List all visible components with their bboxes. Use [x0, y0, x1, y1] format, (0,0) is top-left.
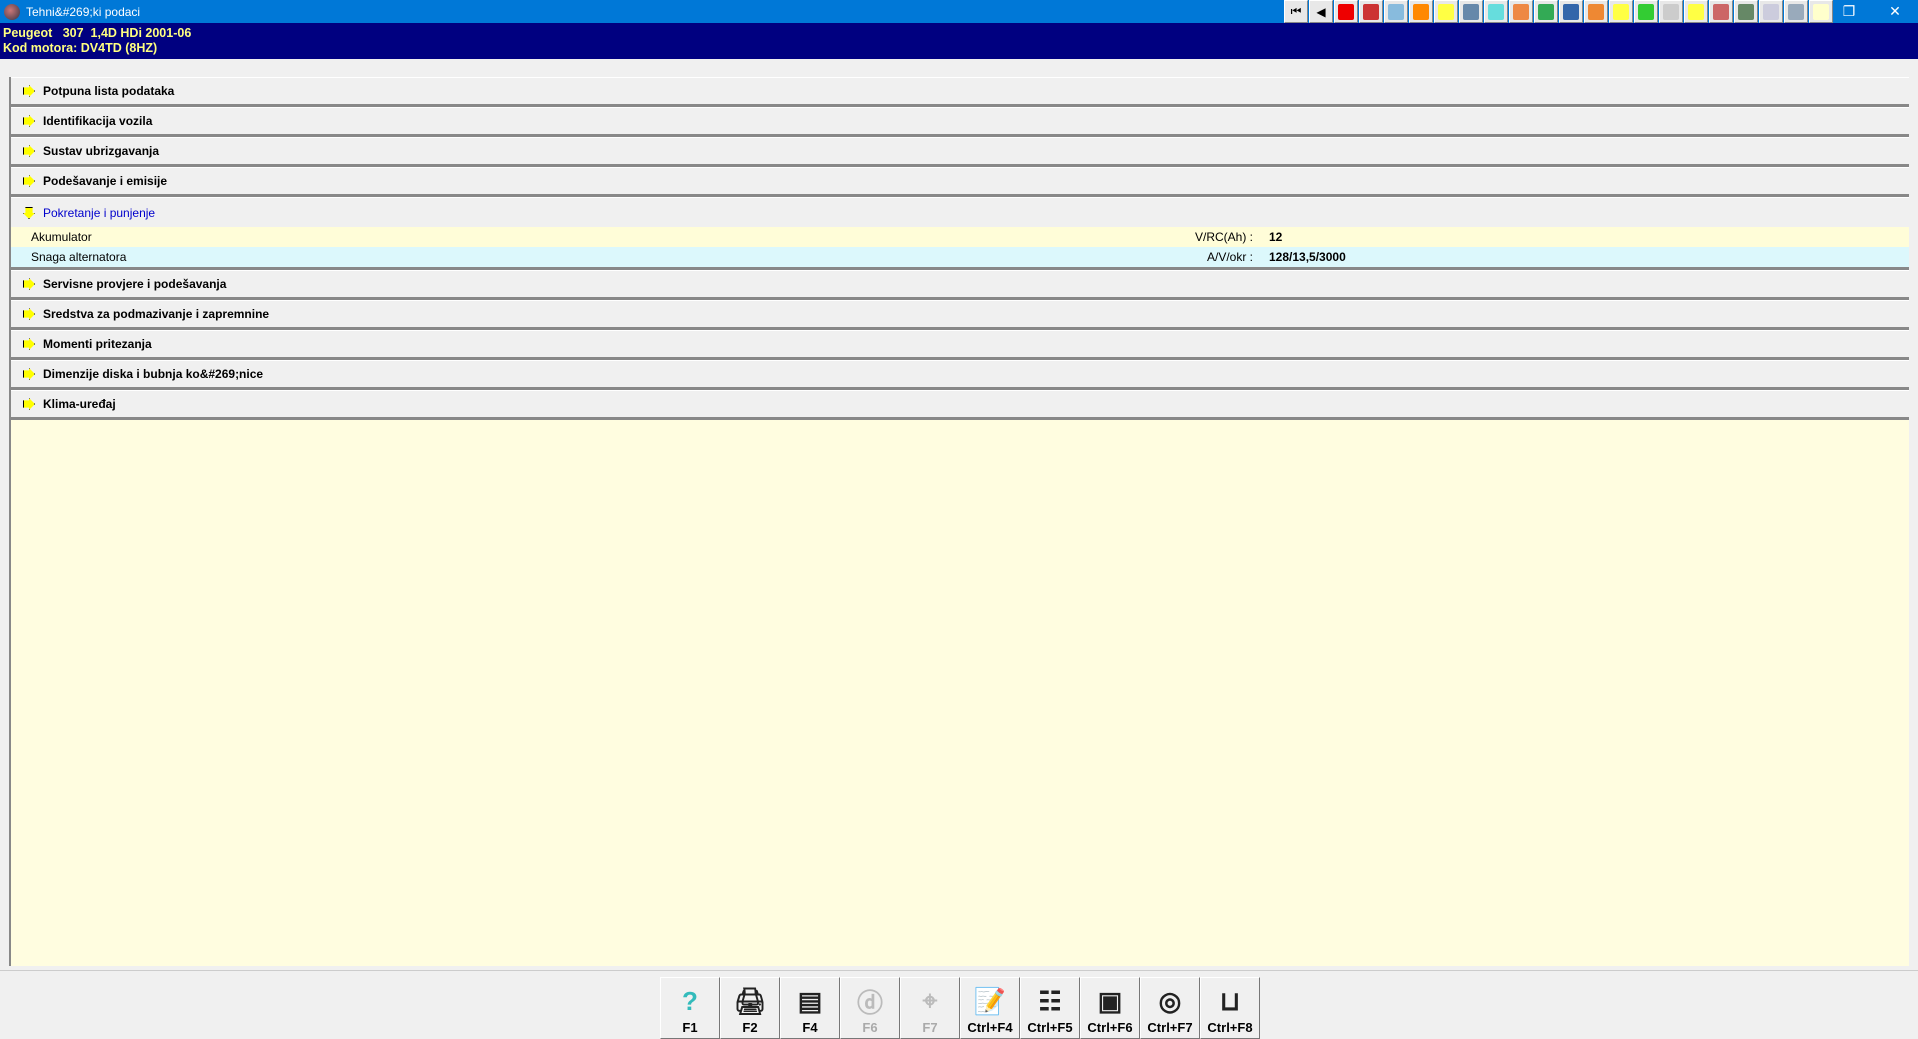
toolbar-tool-17-icon[interactable] [1734, 0, 1758, 23]
fkey-f6-button[interactable]: ⓓ F6 [840, 977, 900, 1039]
fkey-icon: ? [682, 985, 698, 1016]
app-icon [4, 3, 20, 20]
row-unit: A/V/okr : [1206, 250, 1253, 264]
fkey-label: F4 [802, 1020, 818, 1035]
section-header[interactable]: Sustav ubrizgavanja [11, 137, 1909, 167]
toolbar-tool-12-icon[interactable] [1609, 0, 1633, 23]
section-header[interactable]: Podešavanje i emisije [11, 167, 1909, 197]
fkey-icon: ⌖ [922, 985, 938, 1015]
section-label: Dimenzije diska i bubnja ko&#269;nice [43, 367, 264, 381]
fkey-icon: ◎ [1158, 985, 1182, 1016]
toolbar-tool-5-icon[interactable] [1434, 0, 1458, 23]
section-label: Klima-uređaj [43, 397, 116, 411]
fkey-ctrl-f6-button[interactable]: ▣ Ctrl+F6 [1080, 977, 1140, 1039]
section-header[interactable]: Potpuna lista podataka [11, 77, 1909, 107]
section-label: Sredstva za podmazivanje i zapremnine [43, 307, 270, 321]
fkey-label: Ctrl+F6 [1087, 1020, 1133, 1035]
arrow-icon [23, 115, 35, 127]
vehicle-header: Peugeot 307 1,4D HDi 2001-06 Kod motora:… [0, 23, 1918, 59]
toolbar-tool-16-icon[interactable] [1709, 0, 1733, 23]
fkey-label: Ctrl+F5 [1027, 1020, 1073, 1035]
fkey-ctrl-f7-button[interactable]: ◎ Ctrl+F7 [1140, 977, 1200, 1039]
toolbar-tool-6-icon[interactable] [1459, 0, 1483, 23]
section-header[interactable]: Sredstva za podmazivanje i zapremnine [11, 300, 1909, 330]
data-row: Snaga alternatora A/V/okr : 128/13,5/3000 [11, 247, 1909, 267]
fkey-f4-button[interactable]: ▤ F4 [780, 977, 840, 1039]
section-header[interactable]: Servisne provjere i podešavanja [11, 270, 1909, 300]
arrow-icon [23, 175, 35, 187]
toolbar-tool-4-icon[interactable] [1409, 0, 1433, 23]
section-label: Identifikacija vozila [43, 114, 153, 128]
back-button[interactable]: ◀ [1309, 0, 1333, 23]
fkey-label: F1 [682, 1020, 698, 1035]
fkey-icon: ⊔ [1219, 985, 1241, 1016]
section-label: Servisne provjere i podešavanja [43, 277, 227, 291]
data-row: Akumulator V/RC(Ah) : 12 [11, 227, 1909, 247]
row-name: Snaga alternatora [31, 250, 127, 264]
row-value: 128/13,5/3000 [1269, 250, 1346, 264]
window-title: Tehni&#269;ki podaci [26, 4, 141, 19]
section-header[interactable]: Momenti pritezanja [11, 330, 1909, 360]
fkey-icon: ☷ [1038, 985, 1062, 1016]
fkey-f2-button[interactable]: 🖨 F2 [720, 977, 780, 1039]
toolbar-tool-13-icon[interactable] [1634, 0, 1658, 23]
arrow-icon [23, 207, 35, 219]
toolbar-tool-11-icon[interactable] [1584, 0, 1608, 23]
arrow-icon [23, 398, 35, 410]
restore-button[interactable]: ❐ [1826, 0, 1872, 23]
section-label: Sustav ubrizgavanja [43, 144, 160, 158]
fkey-label: F2 [742, 1020, 758, 1035]
section-label: Pokretanje i punjenje [43, 205, 156, 220]
first-page-button[interactable]: ⏮ [1284, 0, 1308, 23]
toolbar-tool-9-icon[interactable] [1534, 0, 1558, 23]
row-name: Akumulator [31, 230, 92, 244]
close-button[interactable]: ✕ [1872, 0, 1918, 23]
toolbar-tool-3-icon[interactable] [1384, 0, 1408, 23]
section-label: Potpuna lista podataka [43, 84, 175, 98]
section-header[interactable]: Pokretanje i punjenje [11, 197, 1909, 227]
fkey-label: Ctrl+F4 [967, 1020, 1013, 1035]
top-toolbar: ⏮ ◀ [1284, 0, 1833, 23]
fkey-icon: 🖨 [733, 985, 767, 1016]
fkey-icon: 📝 [973, 985, 1007, 1016]
toolbar-tool-14-icon[interactable] [1659, 0, 1683, 23]
fkey-ctrl-f5-button[interactable]: ☷ Ctrl+F5 [1020, 977, 1080, 1039]
toolbar-tool-2-icon[interactable] [1359, 0, 1383, 23]
fkey-icon: ▣ [1097, 985, 1123, 1016]
arrow-icon [23, 145, 35, 157]
fkey-ctrl-f8-button[interactable]: ⊔ Ctrl+F8 [1200, 977, 1260, 1039]
arrow-icon [23, 308, 35, 320]
section-label: Momenti pritezanja [43, 337, 152, 351]
row-unit: V/RC(Ah) : [1194, 230, 1253, 244]
section-header[interactable]: Dimenzije diska i bubnja ko&#269;nice [11, 360, 1909, 390]
toolbar-tool-1-icon[interactable] [1334, 0, 1358, 23]
fkey-label: Ctrl+F8 [1207, 1020, 1253, 1035]
fkey-f1-button[interactable]: ? F1 [660, 977, 720, 1039]
section-header[interactable]: Identifikacija vozila [11, 107, 1909, 137]
arrow-icon [23, 338, 35, 350]
arrow-icon [23, 278, 35, 290]
arrow-icon [23, 368, 35, 380]
engine-code: Kod motora: DV4TD (8HZ) [3, 41, 158, 55]
sections-panel: Potpuna lista podataka Identifikacija voz… [9, 77, 1909, 966]
fkey-ctrl-f4-button[interactable]: 📝 Ctrl+F4 [960, 977, 1020, 1039]
fkey-icon: ⓓ [856, 987, 883, 1018]
fkey-label: Ctrl+F7 [1147, 1020, 1193, 1035]
row-value: 12 [1269, 230, 1283, 244]
section-label: Podešavanje i emisije [43, 174, 168, 188]
toolbar-tool-15-icon[interactable] [1684, 0, 1708, 23]
section-header[interactable]: Klima-uređaj [11, 390, 1909, 420]
fkey-icon: ▤ [797, 985, 823, 1016]
toolbar-tool-7-icon[interactable] [1484, 0, 1508, 23]
toolbar-tool-18-icon[interactable] [1759, 0, 1783, 23]
function-key-bar: ? F1 🖨 F2 ▤ F4 ⓓ F6 ⌖ F7 📝 Ctrl+F4 ☷ Ctrl+F5 ▣ Ctrl+F6 ◎… [0, 970, 1918, 1039]
vehicle-name: Peugeot 307 1,4D HDi 2001-06 [3, 26, 192, 40]
toolbar-tool-19-icon[interactable] [1784, 0, 1808, 23]
toolbar-tool-10-icon[interactable] [1559, 0, 1583, 23]
arrow-icon [23, 85, 35, 97]
fkey-label: F6 [862, 1020, 878, 1035]
fkey-label: F7 [922, 1020, 938, 1035]
fkey-f7-button[interactable]: ⌖ F7 [900, 977, 960, 1039]
toolbar-tool-8-icon[interactable] [1509, 0, 1533, 23]
